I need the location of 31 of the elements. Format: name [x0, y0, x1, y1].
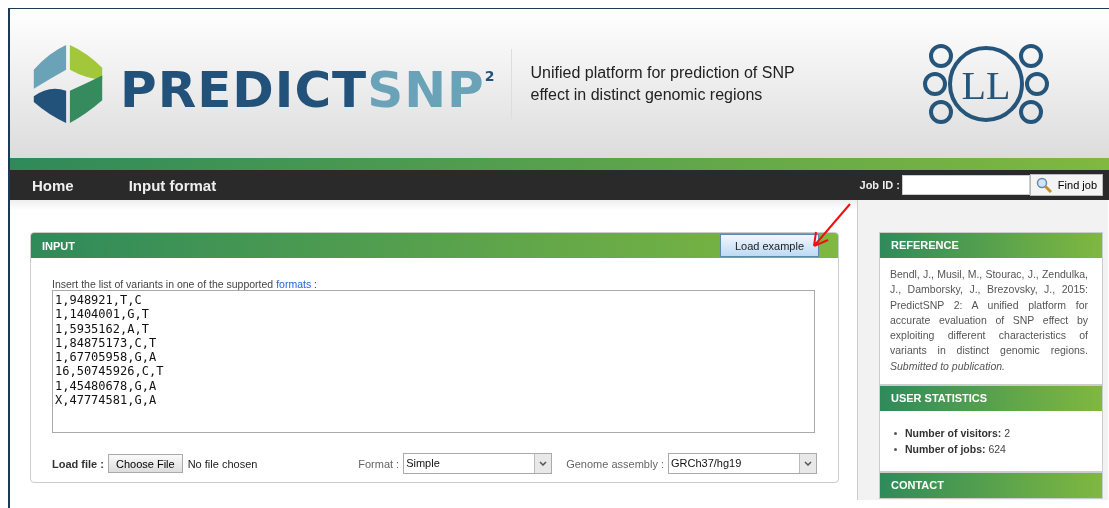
logo-text: PREDICTSNP$^{2}$	[120, 60, 496, 119]
search-icon	[1035, 177, 1052, 193]
job-id-label: Job ID :	[859, 179, 900, 191]
genome-assembly-select[interactable]: GRCh37/hg19	[668, 453, 817, 474]
instruction-text: Insert the list of variants in one of the supported formats :	[52, 278, 318, 290]
bullet-icon	[894, 431, 897, 435]
load-file-label: Load file :	[52, 457, 104, 470]
genome-assembly-label: Genome assembly :	[566, 457, 664, 470]
nav-link[interactable]: Home	[32, 176, 74, 194]
card-title: CONTACT	[880, 473, 1102, 499]
variants-field[interactable]: 1,948921,T,C 1,1404001,G,T 1,5935162,A,T 1,84875173,C,T 1,67705958,G,A 16,50745926,C,T 1,45480678,G,A X,47774581,G,A	[52, 290, 815, 433]
chevron-icon	[804, 461, 812, 466]
format-select[interactable]: Simple	[403, 453, 553, 474]
reference-text: Bendl, J., Musil, M., Stourac, J., Zendulka, J., Damborsky, J., Brezovsky, J., 2015: PredictSNP 2: A unified platform for accurate evaluation of SNP effect by exploiting different characteristics of variants in distinct genomic regions. Submitted to publication.	[889, 267, 1089, 374]
card-title: REFERENCE	[880, 233, 1102, 258]
file-status: No file chosen	[187, 457, 258, 470]
load-example-button[interactable]: Load example	[719, 234, 819, 257]
chevron-icon	[539, 461, 548, 466]
format-label: Format :	[358, 457, 400, 470]
annotation-arrow	[810, 202, 852, 250]
bullet-icon	[894, 447, 897, 451]
card-title: USER STATISTICS	[880, 386, 1102, 412]
choose-file-button[interactable]: Choose File	[107, 454, 183, 473]
job-id-field[interactable]	[901, 175, 1030, 195]
statistic-text: Number of jobs: 624	[905, 442, 1006, 458]
tagline: Unified platform for prediction of SNP effect in distinct genomic regions	[511, 48, 795, 119]
nav-link[interactable]: Input format	[128, 176, 217, 194]
card-title: INPUT	[42, 239, 75, 252]
statistic-text: Number of visitors: 2	[905, 426, 1011, 442]
find-job-button[interactable]: Find job	[1029, 174, 1103, 196]
formats-link[interactable]: formats	[276, 278, 312, 290]
